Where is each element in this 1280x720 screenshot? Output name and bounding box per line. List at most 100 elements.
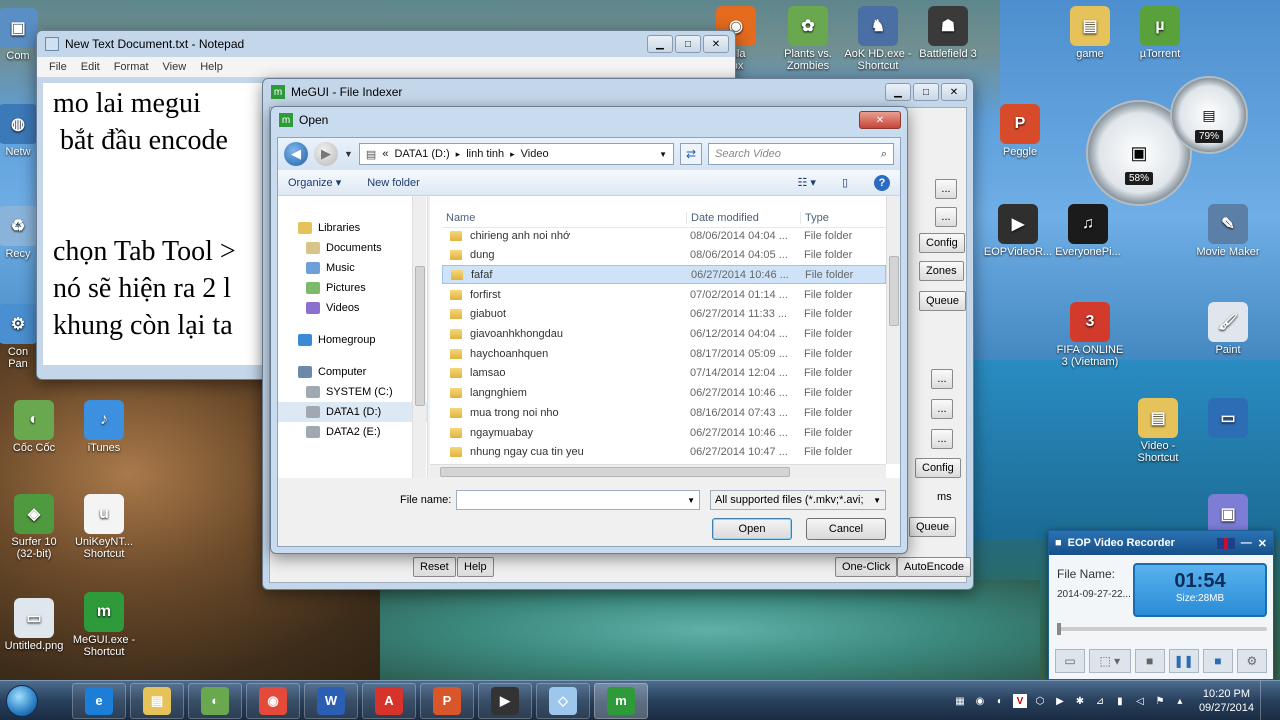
desktop-icon[interactable]: ▭ Untitled.png bbox=[0, 598, 74, 652]
desktop-icon[interactable]: ✿ Plants vs. Zombies bbox=[768, 6, 848, 72]
preview-pane-icon[interactable]: ▯ bbox=[842, 176, 848, 189]
tray-coccoc-icon[interactable]: ◐ bbox=[993, 694, 1007, 708]
clock[interactable]: 10:20 PM 09/27/2014 bbox=[1199, 687, 1254, 715]
desktop-icon[interactable]: ♫ EveryonePi... bbox=[1048, 204, 1128, 258]
breadcrumb-segment[interactable]: « bbox=[382, 148, 388, 160]
nav-library-music[interactable]: Music bbox=[278, 258, 427, 278]
settings-gear-icon[interactable]: ⚙ bbox=[1236, 649, 1267, 673]
close-icon[interactable]: ✕ bbox=[1258, 537, 1267, 550]
browse-button-4[interactable]: ... bbox=[931, 399, 953, 419]
config-button-audio[interactable]: Config bbox=[915, 458, 961, 478]
nav-computer[interactable]: Computer bbox=[278, 362, 427, 382]
file-row[interactable]: giabuot 06/27/2014 11:33 ... File folder bbox=[442, 305, 886, 324]
eop-video-recorder[interactable]: ■ EOP Video Recorder — ✕ File Name: 2014… bbox=[1048, 530, 1274, 680]
eop-titlebar[interactable]: ■ EOP Video Recorder — ✕ bbox=[1049, 531, 1273, 555]
minimize-icon[interactable]: — bbox=[1241, 537, 1252, 549]
file-row[interactable]: ngaymuabay 06/27/2014 10:46 ... File folde… bbox=[442, 423, 886, 442]
taskbar-app-button[interactable]: e bbox=[72, 682, 126, 719]
open-dialog[interactable]: m Open ✕ ◀ ▶ ▼ ▤ « DATA1 (D:) ▸ linh tinh ▸ Vi… bbox=[270, 106, 908, 554]
open-dialog-titlebar[interactable]: m Open ✕ bbox=[271, 107, 907, 133]
breadcrumb-segment[interactable]: DATA1 (D:) bbox=[394, 148, 449, 160]
pause-icon[interactable]: ❚❚ bbox=[1168, 649, 1199, 673]
config-button-video[interactable]: Config bbox=[919, 233, 965, 253]
file-row[interactable]: dung 08/06/2014 04:05 ... File folder bbox=[442, 246, 886, 265]
webcam-icon[interactable]: ■ bbox=[1134, 649, 1165, 673]
menu-item-file[interactable]: File bbox=[49, 61, 67, 73]
tray-vietkey-icon[interactable]: V bbox=[1012, 694, 1027, 708]
forward-arrow-icon[interactable]: ▶ bbox=[314, 142, 338, 166]
minimize-button[interactable]: ▁ bbox=[647, 35, 673, 53]
file-row[interactable]: langnghiem 06/27/2014 10:46 ... File folde… bbox=[442, 384, 886, 403]
tray-bluetooth-icon[interactable]: ✱ bbox=[1073, 694, 1087, 708]
show-desktop-button[interactable] bbox=[1260, 681, 1270, 720]
megui-minimize-button[interactable]: ▁ bbox=[885, 83, 911, 101]
start-button[interactable] bbox=[0, 681, 44, 720]
show-hidden-icons-icon[interactable]: ▴ bbox=[1173, 694, 1187, 708]
tray-network-icon[interactable]: ⊿ bbox=[1093, 694, 1107, 708]
refresh-icon[interactable]: ⇄ bbox=[680, 143, 702, 165]
notepad-titlebar[interactable]: New Text Document.txt - Notepad ▁ □ ✕ bbox=[37, 31, 735, 57]
desktop-icon[interactable]: ♪ iTunes bbox=[64, 400, 144, 454]
file-type-select[interactable]: All supported files (*.mkv;*.avi; ▼ bbox=[710, 490, 886, 510]
open-dialog-close-button[interactable]: ✕ bbox=[859, 111, 901, 129]
desktop-icon[interactable]: ✎ Movie Maker bbox=[1188, 204, 1268, 258]
stop-icon[interactable]: ■ bbox=[1202, 649, 1233, 673]
file-row[interactable]: fafaf 06/27/2014 10:46 ... File folder bbox=[442, 265, 886, 285]
desktop-icon[interactable]: ☗ Battlefield 3 bbox=[908, 6, 988, 60]
nav-library-videos[interactable]: Videos bbox=[278, 298, 427, 318]
back-arrow-icon[interactable]: ◀ bbox=[284, 142, 308, 166]
navigation-pane-scrollbar[interactable] bbox=[412, 196, 426, 478]
browse-button-5[interactable]: ... bbox=[931, 429, 953, 449]
help-icon[interactable]: ? bbox=[874, 174, 890, 191]
breadcrumb-separator-icon[interactable]: ▸ bbox=[510, 149, 515, 160]
close-button[interactable]: ✕ bbox=[703, 35, 729, 53]
file-row[interactable]: giavoanhkhongdau 06/12/2014 04:04 ... File… bbox=[442, 325, 886, 344]
file-row[interactable]: nhung ngay cua tin yeu 06/27/2014 10:47 .… bbox=[442, 443, 886, 462]
nav-libraries[interactable]: Libraries bbox=[278, 218, 427, 238]
desktop-icon[interactable]: ▤ game bbox=[1050, 6, 1130, 60]
desktop-icon[interactable]: ♞ AoK HD.exe - Shortcut bbox=[838, 6, 918, 72]
file-row[interactable]: haychoanhquen 08/17/2014 05:09 ... File fo… bbox=[442, 344, 886, 363]
tray-chrome-icon[interactable]: ◉ bbox=[973, 694, 987, 708]
file-row[interactable]: mua trong noi nho 08/16/2014 07:43 ... Fil… bbox=[442, 403, 886, 422]
menu-item-format[interactable]: Format bbox=[114, 61, 149, 73]
tray-volume-icon[interactable]: ◁ bbox=[1133, 694, 1147, 708]
desktop-icon[interactable]: 3 FIFA ONLINE 3 (Vietnam) bbox=[1050, 302, 1130, 368]
taskbar-app-button[interactable]: ▤ bbox=[130, 682, 184, 719]
nav-drive-2[interactable]: DATA2 (E:) bbox=[278, 422, 427, 442]
folder-icon[interactable]: ▭ bbox=[1055, 649, 1086, 673]
search-input[interactable]: Search Video ⌕ bbox=[708, 143, 894, 165]
breadcrumb[interactable]: ▤ « DATA1 (D:) ▸ linh tinh ▸ Video ▼ bbox=[358, 143, 674, 165]
file-row[interactable]: forfirst 07/02/2014 01:14 ... File folder bbox=[442, 285, 886, 304]
megui-maximize-button[interactable]: □ bbox=[913, 83, 939, 101]
history-dropdown-icon[interactable]: ▼ bbox=[344, 149, 353, 159]
taskbar-app-button[interactable]: m bbox=[594, 682, 648, 719]
queue-button-audio[interactable]: Queue bbox=[909, 517, 957, 537]
navigation-pane[interactable]: Libraries Documents Music Pictures Videos Hom… bbox=[278, 196, 428, 478]
tray-antivirus-icon[interactable]: ⬡ bbox=[1033, 694, 1047, 708]
taskbar-app-button[interactable]: ◐ bbox=[188, 682, 242, 719]
tray-eop-icon[interactable]: ▶ bbox=[1053, 694, 1067, 708]
tray-app-icon[interactable]: ▦ bbox=[953, 694, 967, 708]
file-list[interactable]: Name Date modified Type chirieng anh noi… bbox=[430, 196, 900, 478]
nav-homegroup[interactable]: Homegroup bbox=[278, 330, 427, 350]
desktop-icon[interactable]: P Peggle bbox=[980, 104, 1060, 158]
taskbar-app-button[interactable]: W bbox=[304, 682, 358, 719]
tray-flag-icon[interactable]: ⚑ bbox=[1153, 694, 1167, 708]
file-row[interactable]: chirieng anh noi nhớ 08/06/2014 04:04 ...… bbox=[442, 226, 886, 245]
date-column-header[interactable]: Date modified bbox=[686, 211, 800, 224]
maximize-button[interactable]: □ bbox=[675, 35, 701, 53]
nav-library-pictures[interactable]: Pictures bbox=[278, 278, 427, 298]
desktop-icon[interactable]: ▭ bbox=[1188, 398, 1268, 440]
chevron-down-icon[interactable]: ▼ bbox=[659, 150, 667, 159]
name-column-header[interactable]: Name bbox=[442, 212, 686, 224]
menu-item-edit[interactable]: Edit bbox=[81, 61, 100, 73]
type-column-header[interactable]: Type bbox=[800, 211, 829, 224]
desktop-icon[interactable]: µ µTorrent bbox=[1120, 6, 1200, 60]
browse-button-1[interactable]: ... bbox=[935, 179, 957, 199]
file-list-vertical-scrollbar[interactable] bbox=[886, 196, 900, 464]
taskbar-app-button[interactable]: ▶ bbox=[478, 682, 532, 719]
desktop-icon[interactable]: ◐ Cốc Cốc bbox=[0, 400, 74, 454]
nav-drive-1[interactable]: DATA1 (D:) bbox=[278, 402, 427, 422]
megui-close-button[interactable]: ✕ bbox=[941, 83, 967, 101]
